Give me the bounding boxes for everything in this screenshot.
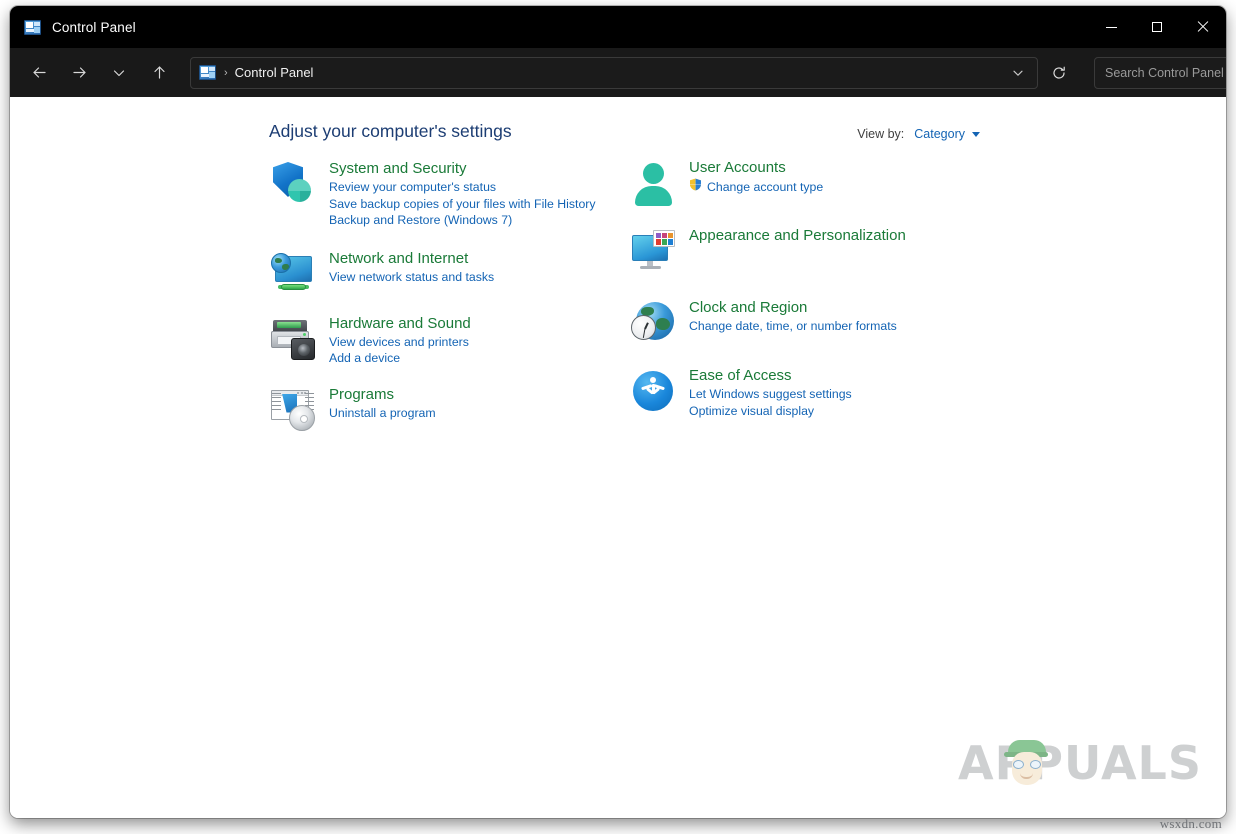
arrow-left-icon bbox=[31, 64, 48, 81]
close-button[interactable] bbox=[1180, 6, 1226, 48]
chevron-down-icon bbox=[112, 66, 126, 80]
link-change-date-time-number-formats[interactable]: Change date, time, or number formats bbox=[689, 318, 897, 335]
category-user-accounts: User Accounts bbox=[629, 157, 989, 207]
control-panel-window: Control Panel bbox=[10, 6, 1226, 818]
maximize-icon bbox=[1152, 22, 1162, 32]
link-review-your-computers-status[interactable]: Review your computer's status bbox=[329, 179, 596, 196]
view-by-control: View by: Category bbox=[857, 127, 980, 141]
address-dropdown-button[interactable] bbox=[1005, 60, 1031, 86]
category-title-clock-and-region[interactable]: Clock and Region bbox=[689, 298, 807, 318]
left-column: System and Security Review your computer… bbox=[269, 157, 629, 433]
source-watermark: wsxdn.com bbox=[1160, 816, 1222, 832]
watermark-text: APPUALS bbox=[958, 736, 1202, 790]
network-monitor-icon[interactable] bbox=[269, 249, 317, 297]
link-label: Change account type bbox=[707, 179, 823, 196]
category-body: Ease of Access Let Windows suggest setti… bbox=[689, 365, 852, 419]
link-view-network-status-and-tasks[interactable]: View network status and tasks bbox=[329, 269, 494, 286]
monitor-palette-icon[interactable] bbox=[629, 227, 677, 275]
recent-locations-button[interactable] bbox=[104, 58, 134, 88]
link-save-backup-copies-file-history[interactable]: Save backup copies of your files with Fi… bbox=[329, 196, 596, 213]
right-column: User Accounts bbox=[629, 157, 989, 433]
category-title-user-accounts[interactable]: User Accounts bbox=[689, 158, 786, 178]
address-bar[interactable]: › Control Panel bbox=[190, 57, 1038, 89]
category-body: Clock and Region Change date, time, or n… bbox=[689, 297, 897, 347]
shield-icon[interactable] bbox=[269, 159, 317, 207]
breadcrumb-current[interactable]: Control Panel bbox=[235, 65, 1005, 80]
category-body: System and Security Review your computer… bbox=[329, 157, 596, 229]
category-columns: System and Security Review your computer… bbox=[269, 157, 989, 433]
close-icon bbox=[1197, 21, 1209, 33]
link-change-account-type[interactable]: Change account type bbox=[689, 178, 823, 196]
uac-shield-icon bbox=[689, 178, 702, 196]
category-ease-of-access: Ease of Access Let Windows suggest setti… bbox=[629, 365, 989, 419]
search-input[interactable] bbox=[1105, 66, 1226, 80]
category-system-and-security: System and Security Review your computer… bbox=[269, 157, 629, 229]
arrow-up-icon bbox=[151, 64, 168, 81]
screen: Control Panel bbox=[0, 0, 1236, 834]
category-title-network-and-internet[interactable]: Network and Internet bbox=[329, 249, 468, 269]
category-title-system-and-security[interactable]: System and Security bbox=[329, 159, 467, 179]
content-area: Adjust your computer's settings View by:… bbox=[10, 97, 1226, 818]
category-body: Network and Internet View network status… bbox=[329, 247, 494, 297]
category-title-ease-of-access[interactable]: Ease of Access bbox=[689, 366, 792, 386]
link-optimize-visual-display[interactable]: Optimize visual display bbox=[689, 403, 852, 420]
link-backup-and-restore-windows-7[interactable]: Backup and Restore (Windows 7) bbox=[329, 212, 596, 229]
category-body: User Accounts bbox=[689, 157, 823, 207]
link-let-windows-suggest-settings[interactable]: Let Windows suggest settings bbox=[689, 386, 852, 403]
arrow-right-icon bbox=[71, 64, 88, 81]
refresh-button[interactable] bbox=[1044, 58, 1074, 88]
category-appearance-and-personalization: Appearance and Personalization bbox=[629, 225, 989, 275]
title-bar: Control Panel bbox=[10, 6, 1226, 48]
maximize-button[interactable] bbox=[1134, 6, 1180, 48]
control-panel-icon bbox=[24, 20, 41, 35]
category-body: Hardware and Sound View devices and prin… bbox=[329, 312, 471, 367]
window-title: Control Panel bbox=[52, 20, 136, 35]
chevron-down-icon bbox=[1012, 67, 1024, 79]
window-controls bbox=[1088, 6, 1226, 48]
category-clock-and-region: Clock and Region Change date, time, or n… bbox=[629, 297, 989, 347]
category-programs: Programs Uninstall a program bbox=[269, 383, 629, 433]
category-title-hardware-and-sound[interactable]: Hardware and Sound bbox=[329, 314, 471, 334]
category-body: Appearance and Personalization bbox=[689, 225, 906, 275]
back-button[interactable] bbox=[24, 58, 54, 88]
breadcrumb-control-panel-icon bbox=[199, 65, 216, 80]
category-body: Programs Uninstall a program bbox=[329, 383, 436, 433]
navigation-bar: › Control Panel bbox=[10, 48, 1226, 97]
accessibility-icon[interactable] bbox=[629, 367, 677, 415]
category-title-programs[interactable]: Programs bbox=[329, 385, 394, 405]
clock-globe-icon[interactable] bbox=[629, 299, 677, 347]
watermark-mascot-icon bbox=[1004, 740, 1050, 788]
shield-icon bbox=[689, 178, 702, 191]
link-view-devices-and-printers[interactable]: View devices and printers bbox=[329, 334, 471, 351]
user-icon[interactable] bbox=[629, 159, 677, 207]
link-add-a-device[interactable]: Add a device bbox=[329, 350, 471, 367]
category-title-appearance-and-personalization[interactable]: Appearance and Personalization bbox=[689, 226, 906, 246]
up-button[interactable] bbox=[144, 58, 174, 88]
page-title: Adjust your computer's settings bbox=[269, 121, 512, 142]
breadcrumb-separator: › bbox=[224, 67, 228, 79]
view-by-value[interactable]: Category bbox=[914, 127, 965, 141]
forward-button[interactable] bbox=[64, 58, 94, 88]
category-network-and-internet: Network and Internet View network status… bbox=[269, 247, 629, 297]
minimize-icon bbox=[1106, 27, 1117, 28]
printer-speaker-icon[interactable] bbox=[269, 314, 317, 362]
refresh-icon bbox=[1051, 65, 1067, 81]
chevron-down-icon[interactable] bbox=[972, 132, 980, 137]
watermark-appuals: APPUALS bbox=[958, 736, 1202, 790]
link-uninstall-a-program[interactable]: Uninstall a program bbox=[329, 405, 436, 422]
title-bar-drag-region[interactable]: Control Panel bbox=[10, 6, 1088, 48]
view-by-label: View by: bbox=[857, 127, 904, 141]
search-box[interactable] bbox=[1094, 57, 1226, 89]
category-hardware-and-sound: Hardware and Sound View devices and prin… bbox=[269, 312, 629, 367]
minimize-button[interactable] bbox=[1088, 6, 1134, 48]
program-disc-icon[interactable] bbox=[269, 385, 317, 433]
